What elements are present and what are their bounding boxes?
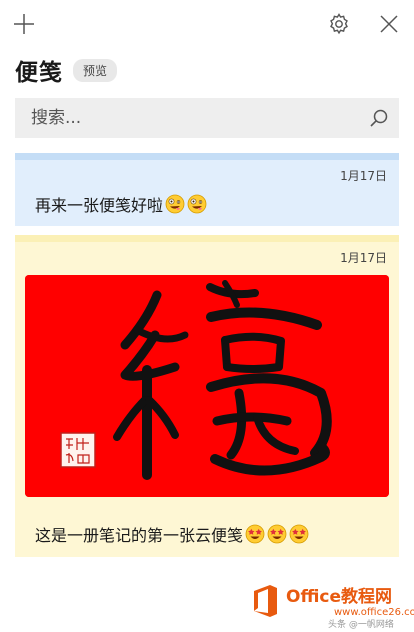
note-text: 这是一册笔记的第一张云便笺 (35, 526, 244, 545)
search-input[interactable] (29, 107, 353, 129)
watermark-title: Office教程网 (286, 587, 393, 607)
note-date: 1月17日 (340, 251, 387, 265)
site-watermark: Office教程网 www.office26.com 头条 @一帆网络 (250, 578, 414, 630)
close-icon (380, 15, 398, 33)
office-logo-icon (254, 585, 277, 617)
star-struck-icon (245, 524, 265, 544)
seal-stamp-icon (60, 432, 96, 468)
settings-button[interactable] (325, 10, 353, 38)
note-text-row: 再来一张便笺好啦 (35, 192, 207, 216)
search-icon[interactable] (369, 108, 389, 128)
close-button[interactable] (375, 10, 403, 38)
zany-face-icon (165, 194, 185, 214)
page-title: 便笺 (15, 60, 63, 86)
note-date: 1月17日 (340, 169, 387, 183)
preview-badge: 预览 (73, 58, 118, 82)
add-note-button[interactable] (10, 10, 38, 38)
gear-icon (330, 13, 348, 35)
search-box (15, 98, 399, 138)
star-struck-icon (267, 524, 287, 544)
note-card[interactable]: 1月17日 这是一册笔记的第一张云便笺 (15, 235, 399, 557)
star-struck-icon (289, 524, 309, 544)
note-image-fu-calligraphy[interactable] (25, 275, 389, 497)
zany-face-icon (187, 194, 207, 214)
sticky-notes-app: 便笺 预览 1月17日 再来一张便笺好啦 (0, 0, 414, 632)
toolbar (0, 0, 414, 50)
watermark-author: 头条 @一帆网络 (328, 620, 394, 630)
add-icon (14, 14, 34, 34)
page-header: 便笺 预览 (15, 54, 118, 86)
fu-calligraphy-icon (25, 275, 389, 497)
note-card[interactable]: 1月17日 再来一张便笺好啦 (15, 153, 399, 226)
note-text: 再来一张便笺好啦 (35, 196, 164, 215)
note-text-row: 这是一册笔记的第一张云便笺 (35, 522, 309, 546)
